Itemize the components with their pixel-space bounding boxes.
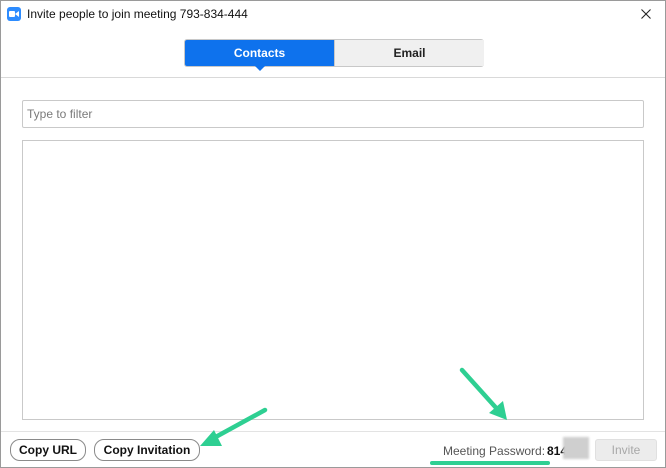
- invite-button[interactable]: Invite: [595, 439, 657, 461]
- contacts-list[interactable]: [22, 140, 644, 420]
- window-title: Invite people to join meeting 793-834-44…: [27, 7, 248, 21]
- password-redaction: [563, 437, 589, 459]
- active-tab-pointer: [254, 65, 266, 71]
- copy-url-button[interactable]: Copy URL: [10, 439, 86, 461]
- password-highlight-underline: [430, 461, 550, 465]
- tab-contacts[interactable]: Contacts: [185, 40, 334, 66]
- close-button[interactable]: [633, 4, 659, 24]
- header-divider: [1, 77, 665, 78]
- meeting-password-label: Meeting Password:: [443, 444, 546, 458]
- footer-divider: [1, 431, 665, 432]
- tab-bar: Contacts Email: [184, 39, 484, 71]
- copy-invitation-button[interactable]: Copy Invitation: [94, 439, 200, 461]
- close-icon[interactable]: [641, 9, 651, 19]
- filter-input[interactable]: [22, 100, 644, 128]
- invite-dialog: Invite people to join meeting 793-834-44…: [0, 0, 666, 468]
- title-bar: Invite people to join meeting 793-834-44…: [1, 1, 665, 27]
- tab-email[interactable]: Email: [334, 40, 484, 66]
- zoom-app-icon: [7, 7, 21, 21]
